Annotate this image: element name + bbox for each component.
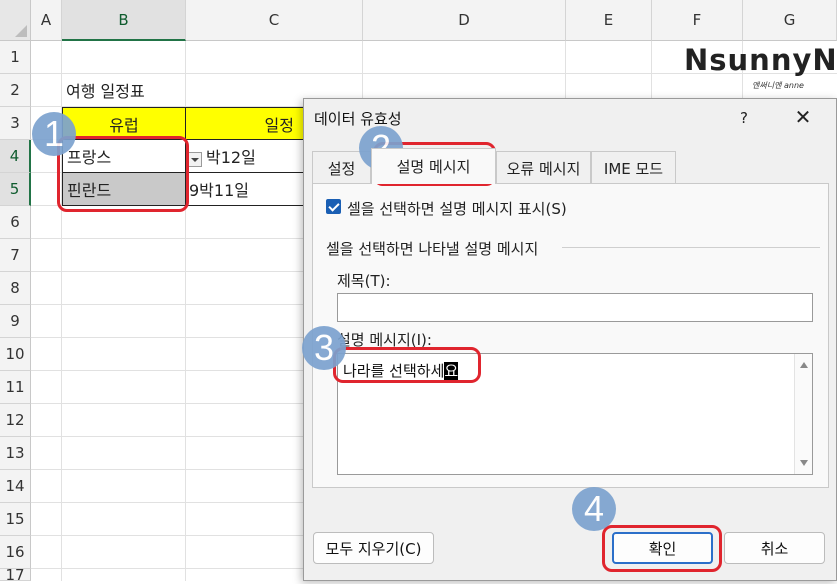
scroll-up-icon[interactable] <box>800 362 808 368</box>
cell-b2[interactable]: 여행 일정표 <box>66 74 145 106</box>
clear-all-button[interactable]: 모두 지우기(C) <box>313 532 434 564</box>
row-header-12[interactable]: 12 <box>0 404 31 437</box>
highlight-box-ok <box>602 525 722 572</box>
close-icon[interactable]: ✕ <box>792 107 814 129</box>
row-header-3[interactable]: 3 <box>0 107 31 140</box>
column-header-f[interactable]: F <box>652 0 743 41</box>
tab-ime-mode[interactable]: IME 모드 <box>591 151 676 184</box>
column-header-g[interactable]: G <box>743 0 837 41</box>
row-header-1[interactable]: 1 <box>0 41 31 74</box>
row-header-5[interactable]: 5 <box>0 173 31 206</box>
row-header-17[interactable]: 17 <box>0 566 31 584</box>
row-header-7[interactable]: 7 <box>0 239 31 272</box>
step-badge-1: 1 <box>32 112 76 156</box>
row-header-16[interactable]: 16 <box>0 536 31 569</box>
cancel-button[interactable]: 취소 <box>724 532 825 564</box>
data-validation-dialog: 데이터 유효성 ? ✕ 설정 설명 메시지 오류 메시지 IME 모드 셀을 선… <box>303 98 837 581</box>
column-header-a[interactable]: A <box>31 0 62 41</box>
message-scrollbar[interactable] <box>794 354 812 474</box>
column-header-c[interactable]: C <box>186 0 363 41</box>
logo-subtitle: 앤써니앤 anne <box>752 81 804 90</box>
select-all-corner[interactable] <box>0 0 31 41</box>
title-label: 제목(T): <box>337 272 391 290</box>
group-label: 셀을 선택하면 나타낼 설명 메시지 <box>326 240 539 258</box>
row-header-2[interactable]: 2 <box>0 74 31 107</box>
row-header-4[interactable]: 4 <box>0 140 31 173</box>
help-button[interactable]: ? <box>740 109 748 127</box>
row-header-13[interactable]: 13 <box>0 437 31 470</box>
row-header-6[interactable]: 6 <box>0 206 31 239</box>
highlight-box-message <box>333 347 481 383</box>
tab-error-alert[interactable]: 오류 메시지 <box>496 151 591 184</box>
row-header-10[interactable]: 10 <box>0 338 31 371</box>
row-header-11[interactable]: 11 <box>0 371 31 404</box>
step-badge-3: 3 <box>302 326 346 370</box>
row-header-8[interactable]: 8 <box>0 272 31 305</box>
cell-c3[interactable]: 일정 <box>185 107 305 140</box>
title-input[interactable] <box>337 293 813 322</box>
dialog-title: 데이터 유효성 <box>314 110 402 128</box>
column-header-e[interactable]: E <box>566 0 652 41</box>
highlight-box-cells <box>57 136 189 212</box>
row-header-15[interactable]: 15 <box>0 503 31 536</box>
group-divider <box>562 247 820 248</box>
logo: NsunnyN <box>684 43 837 77</box>
step-badge-4: 4 <box>572 487 616 531</box>
column-header-b[interactable]: B <box>62 0 186 41</box>
show-message-label[interactable]: 셀을 선택하면 설명 메시지 표시(S) <box>347 198 567 219</box>
cell-c4[interactable]: 박12일 <box>185 139 305 173</box>
tab-input-message[interactable]: 설명 메시지 <box>371 148 496 184</box>
row-header-9[interactable]: 9 <box>0 305 31 338</box>
row-header-14[interactable]: 14 <box>0 470 31 503</box>
scroll-down-icon[interactable] <box>800 460 808 466</box>
show-message-checkbox[interactable] <box>326 199 341 214</box>
column-header-d[interactable]: D <box>363 0 566 41</box>
cell-c5[interactable]: 9박11일 <box>185 172 305 206</box>
